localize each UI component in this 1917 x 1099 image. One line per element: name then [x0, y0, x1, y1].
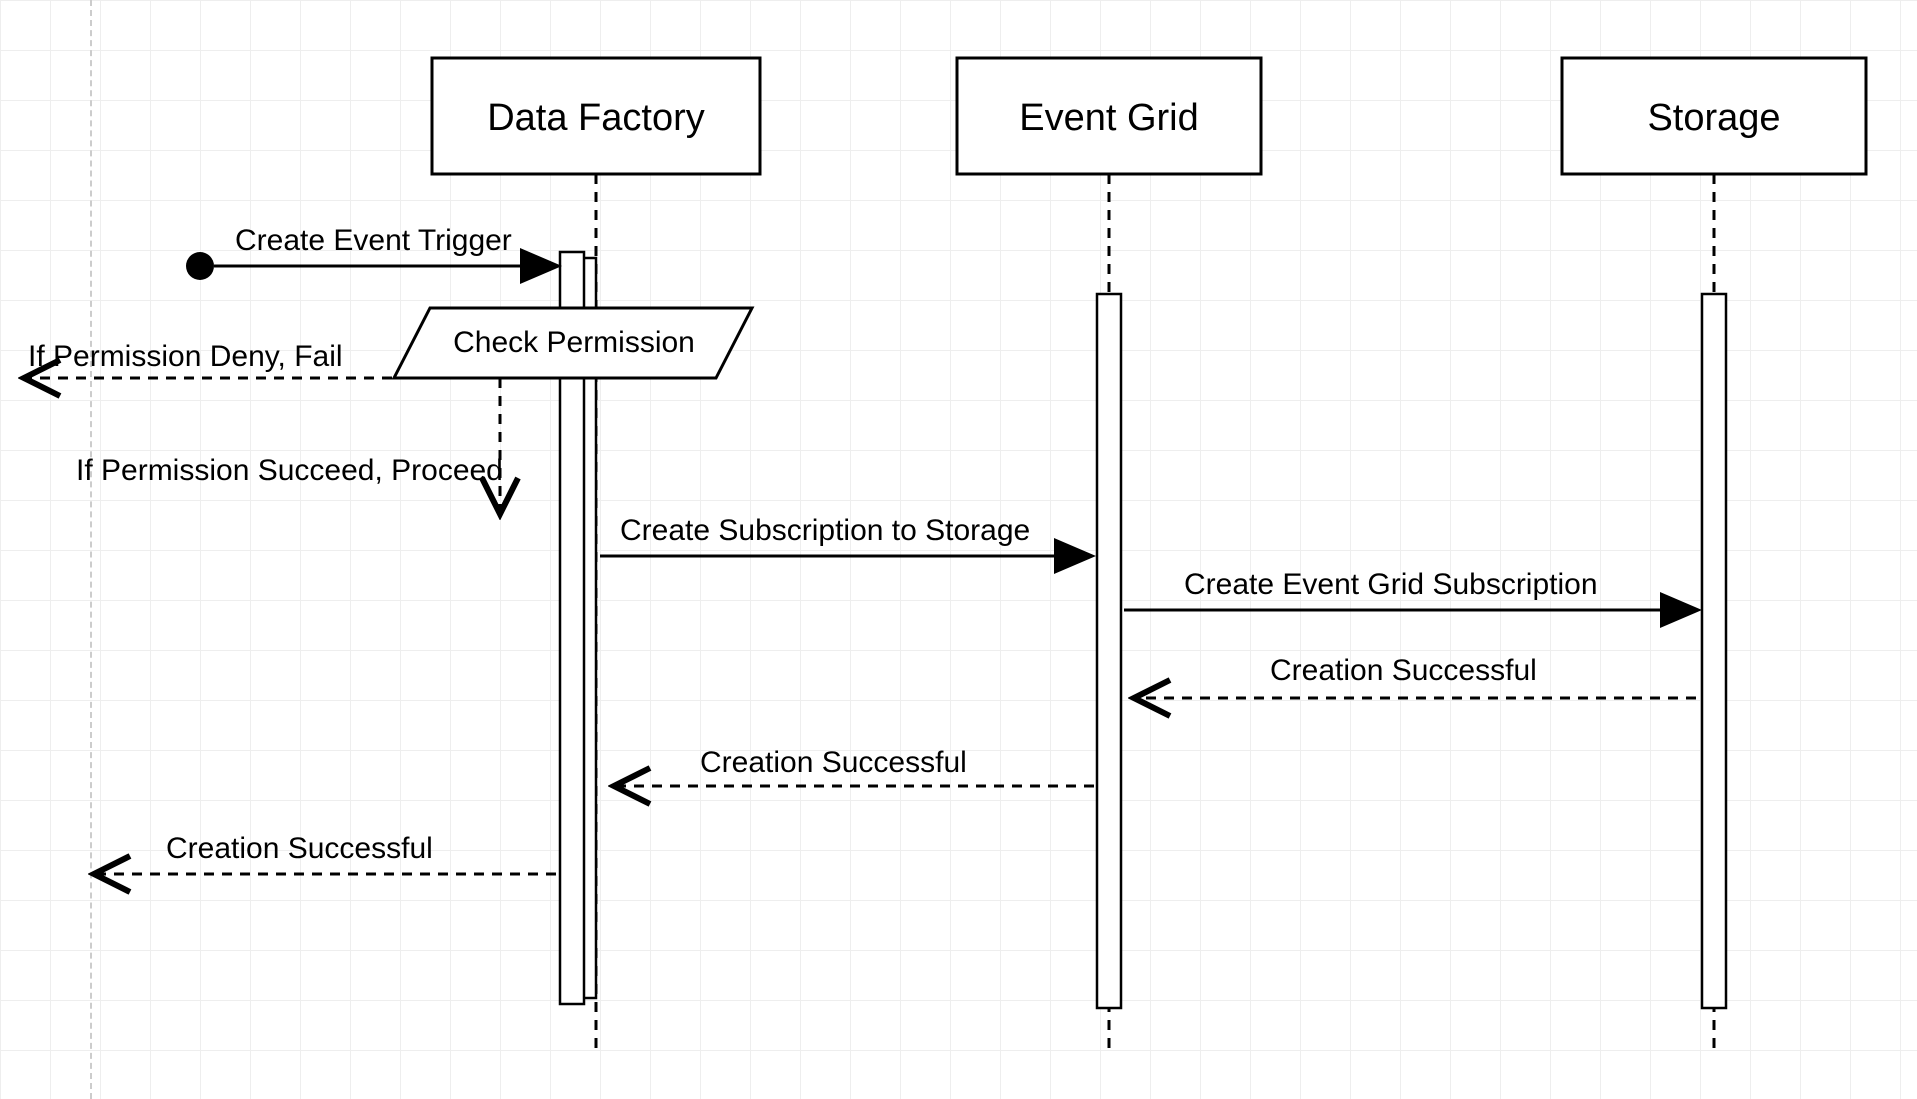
- label-creation-success-3: Creation Successful: [166, 832, 433, 865]
- actor-start-dot: [186, 252, 214, 280]
- participant-label: Storage: [1647, 97, 1780, 139]
- participant-label: Event Grid: [1019, 97, 1199, 139]
- sequence-diagram: Data Factory Event Grid Storage Create E…: [0, 0, 1917, 1099]
- check-permission-box: Check Permission: [394, 308, 752, 378]
- label-check-permission: Check Permission: [453, 326, 695, 359]
- activation-event-grid: [1097, 294, 1121, 1008]
- label-create-eg-subscription: Create Event Grid Subscription: [1184, 568, 1598, 601]
- label-permission-deny: If Permission Deny, Fail: [28, 340, 343, 373]
- label-creation-success-1: Creation Successful: [1270, 654, 1537, 687]
- participant-storage: Storage: [1562, 58, 1866, 174]
- participant-event-grid: Event Grid: [957, 58, 1261, 174]
- label-creation-success-2: Creation Successful: [700, 746, 967, 779]
- activation-storage: [1702, 294, 1726, 1008]
- label-create-subscription: Create Subscription to Storage: [620, 514, 1030, 547]
- participant-data-factory: Data Factory: [432, 58, 760, 174]
- label-permission-succeed: If Permission Succeed, Proceed: [76, 454, 503, 487]
- participant-label: Data Factory: [487, 97, 705, 139]
- label-create-event-trigger: Create Event Trigger: [235, 224, 512, 257]
